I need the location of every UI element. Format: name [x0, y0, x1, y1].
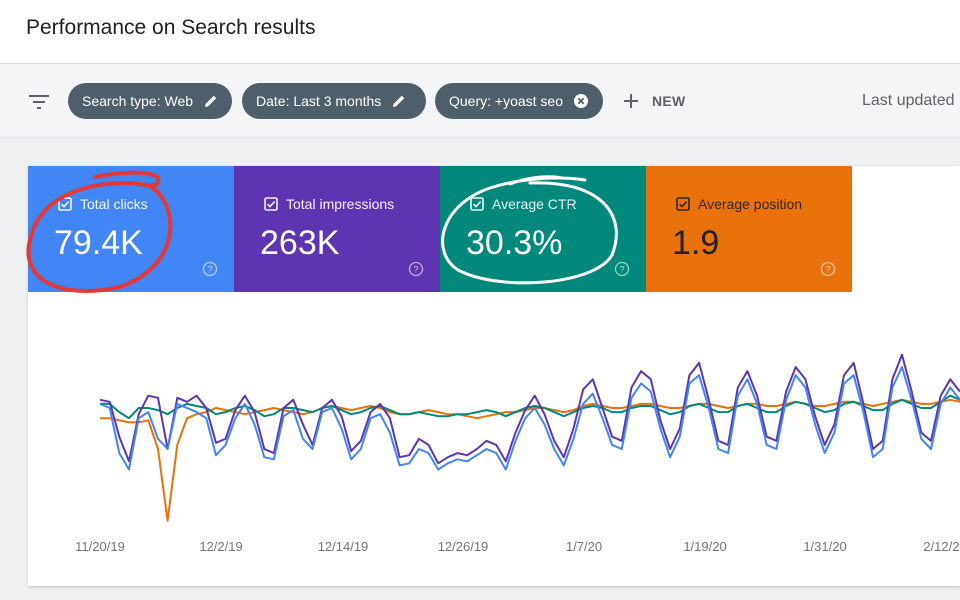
close-circle-icon[interactable] [573, 93, 589, 109]
metric-label: Average CTR [492, 196, 577, 212]
x-tick-label: 1/7/20 [566, 539, 602, 554]
filter-bar: Search type: Web Date: Last 3 months Que… [0, 64, 960, 138]
search-type-chip[interactable]: Search type: Web [68, 83, 232, 119]
svg-text:?: ? [619, 264, 624, 274]
performance-card: Total clicks 79.4K ? Total impressions 2… [28, 166, 960, 586]
metric-label: Total clicks [80, 196, 148, 212]
pencil-icon[interactable] [391, 93, 407, 109]
metric-value: 263K [260, 224, 340, 262]
svg-text:?: ? [825, 264, 830, 274]
filter-icon[interactable] [27, 91, 51, 113]
checkbox-checked-icon[interactable] [470, 197, 484, 211]
metric-value: 79.4K [54, 224, 143, 262]
new-label: NEW [652, 93, 686, 109]
new-filter-button[interactable]: NEW [622, 86, 686, 116]
x-tick-label: 12/26/19 [438, 539, 489, 554]
checkbox-checked-icon[interactable] [264, 197, 278, 211]
metric-value: 1.9 [672, 224, 720, 262]
help-icon[interactable]: ? [820, 261, 836, 277]
page-header: Performance on Search results [0, 0, 960, 64]
metric-average-ctr[interactable]: Average CTR 30.3% ? [440, 166, 646, 292]
help-icon[interactable]: ? [614, 261, 630, 277]
series-line-average-ctr [100, 394, 960, 420]
date-chip[interactable]: Date: Last 3 months [242, 83, 426, 119]
x-tick-label: 11/20/19 [75, 539, 125, 554]
page-title: Performance on Search results [26, 16, 316, 39]
x-tick-label: 12/2/19 [199, 539, 242, 554]
checkbox-checked-icon[interactable] [676, 197, 690, 211]
metric-label: Average position [698, 196, 803, 212]
metric-label: Total impressions [286, 196, 395, 212]
svg-text:?: ? [207, 264, 212, 274]
x-tick-label: 2/12/20 [923, 539, 960, 554]
metric-total-clicks[interactable]: Total clicks 79.4K ? [28, 166, 234, 292]
performance-line-chart: 11/20/19 12/2/19 12/14/19 12/26/19 1/7/20 1/1… [75, 353, 960, 554]
metric-total-impressions[interactable]: Total impressions 263K ? [234, 166, 440, 292]
help-icon[interactable]: ? [202, 261, 218, 277]
metric-average-position[interactable]: Average position 1.9 ? [646, 166, 852, 292]
help-icon[interactable]: ? [408, 261, 424, 277]
svg-text:?: ? [413, 264, 418, 274]
metric-value: 30.3% [466, 224, 563, 262]
chip-label: Search type: Web [82, 93, 194, 109]
plus-icon [624, 94, 638, 108]
last-updated-text: Last updated [862, 92, 955, 109]
x-tick-label: 1/19/20 [683, 539, 726, 554]
series-line-average-position [100, 398, 960, 522]
query-chip[interactable]: Query: +yoast seo [435, 83, 603, 119]
chip-label: Query: +yoast seo [449, 93, 564, 109]
x-tick-label: 12/14/19 [318, 539, 369, 554]
chip-label: Date: Last 3 months [256, 93, 382, 109]
pencil-icon[interactable] [203, 93, 219, 109]
series-line-total-clicks [99, 366, 960, 471]
checkbox-checked-icon[interactable] [58, 197, 72, 211]
x-tick-label: 1/31/20 [803, 539, 846, 554]
